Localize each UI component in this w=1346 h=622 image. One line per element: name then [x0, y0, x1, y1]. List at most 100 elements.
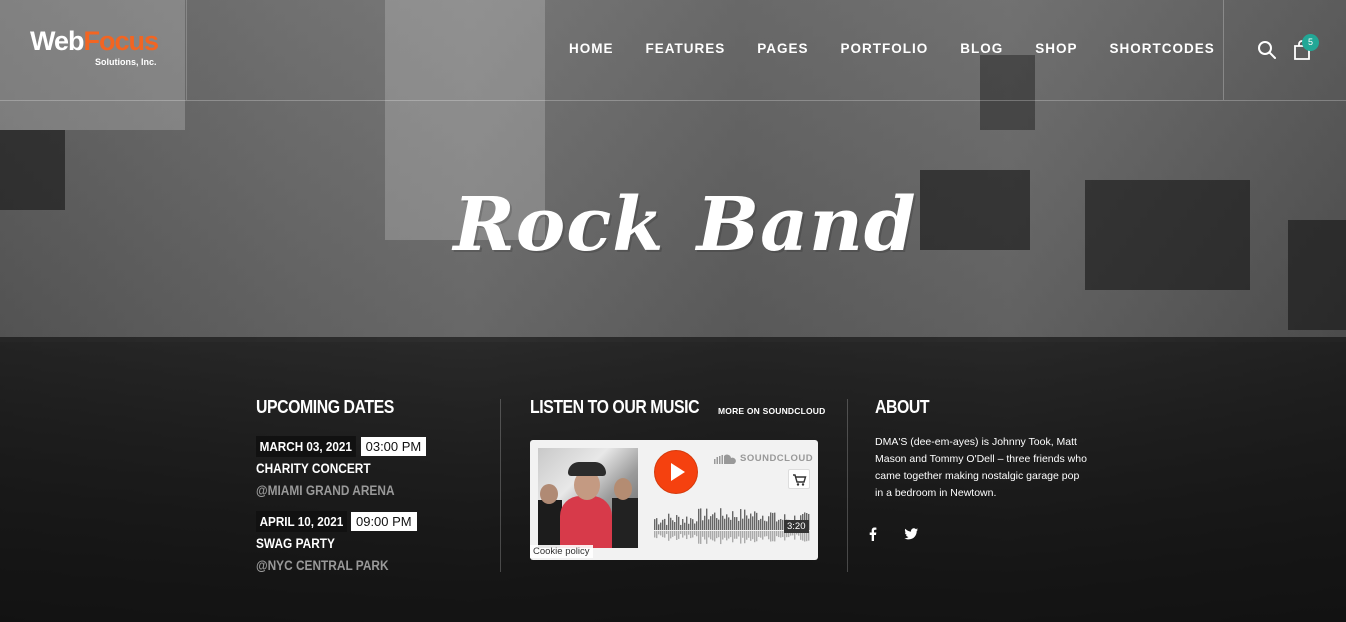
waveform-bar-reflection: [758, 531, 760, 537]
waveform-bar: [668, 513, 670, 530]
waveform-bar-reflection: [778, 531, 780, 538]
waveform-bar: [658, 524, 660, 530]
nav-item-portfolio[interactable]: PORTFOLIO: [841, 41, 929, 56]
waveform-bar: [680, 524, 682, 530]
waveform-bar: [758, 520, 760, 530]
waveform-bar: [720, 508, 722, 530]
column-divider: [500, 399, 501, 572]
listen-music-heading: LISTEN TO OUR MUSIC: [530, 397, 700, 417]
track-artwork[interactable]: [538, 448, 638, 548]
twitter-icon[interactable]: [903, 526, 919, 542]
waveform-bar: [760, 518, 762, 530]
facebook-icon[interactable]: [865, 526, 881, 542]
waveform-bar-reflection: [658, 531, 660, 535]
waveform-bar: [730, 519, 732, 530]
waveform-bar-reflection: [724, 531, 726, 538]
waveform-bar-reflection: [714, 531, 716, 542]
waveform-bar-reflection: [674, 531, 676, 536]
waveform-bar: [752, 516, 754, 530]
waveform-bar-reflection: [740, 531, 742, 544]
waveform-bar: [662, 519, 664, 530]
waveform-bar-reflection: [684, 531, 686, 536]
waveform-bar-reflection: [780, 531, 782, 538]
header-divider: [1223, 0, 1224, 100]
nav-item-blog[interactable]: BLOG: [960, 41, 1003, 56]
waveform-bar-reflection: [734, 531, 736, 539]
waveform-bar: [712, 514, 714, 530]
waveform-bar-reflection: [694, 531, 696, 535]
waveform-bar: [762, 515, 764, 530]
waveform-bar: [768, 516, 770, 530]
soundcloud-logo[interactable]: SOUNDCLOUD: [714, 453, 813, 464]
waveform-bar-reflection: [776, 531, 778, 537]
waveform-bar: [740, 509, 742, 530]
waveform-bar-reflection: [678, 531, 680, 539]
waveform-bar: [700, 508, 702, 530]
waveform-bar: [672, 520, 674, 530]
waveform-bar: [716, 518, 718, 530]
buy-track-button[interactable]: [788, 469, 810, 489]
waveform-bar: [656, 518, 658, 530]
event-name[interactable]: SWAG PARTY: [256, 536, 335, 551]
waveform-bar-reflection: [712, 531, 714, 541]
waveform-bar: [780, 519, 782, 530]
waveform-bar-reflection: [732, 531, 734, 543]
waveform-bar: [724, 518, 726, 530]
waveform-bar-reflection: [662, 531, 664, 538]
waveform-bar: [660, 522, 662, 530]
waveform-bar: [670, 517, 672, 530]
event-date-badge: MARCH 03, 2021 03:00 PM: [256, 436, 427, 457]
nav-item-shop[interactable]: SHOP: [1035, 41, 1077, 56]
waveform-bar: [778, 519, 780, 530]
waveform-bar-reflection: [756, 531, 758, 542]
logo[interactable]: WebFocus Solutions, Inc.: [0, 0, 187, 100]
nav-item-home[interactable]: HOME: [569, 41, 614, 56]
waveform-bar-reflection: [764, 531, 766, 537]
search-icon[interactable]: [1257, 40, 1277, 60]
nav-item-shortcodes[interactable]: SHORTCODES: [1110, 41, 1215, 56]
waveform-bar-reflection: [698, 531, 700, 544]
waveform-bar-reflection: [762, 531, 764, 540]
waveform-bar-reflection: [768, 531, 770, 540]
play-button[interactable]: [654, 450, 698, 494]
waveform-bar: [708, 519, 710, 530]
waveform-bar: [688, 523, 690, 530]
waveform-bar: [674, 522, 676, 530]
waveform-bar: [682, 519, 684, 530]
waveform-bar: [698, 508, 700, 530]
nav-item-pages[interactable]: PAGES: [757, 41, 808, 56]
more-on-soundcloud-link[interactable]: MORE ON SOUNDCLOUD: [718, 406, 826, 416]
waveform-bar: [734, 517, 736, 530]
waveform-bar-reflection: [744, 531, 746, 544]
waveform-bar: [690, 518, 692, 530]
waveform-bar: [766, 521, 768, 530]
waveform-bar: [684, 522, 686, 530]
event-name[interactable]: CHARITY CONCERT: [256, 461, 371, 476]
logo-wordmark: WebFocus: [30, 26, 160, 56]
nav-item-features[interactable]: FEATURES: [646, 41, 726, 56]
waveform-bar: [676, 515, 678, 530]
waveform-bar-reflection: [774, 531, 776, 542]
waveform-bar: [738, 520, 740, 530]
waveform-bar-reflection: [676, 531, 678, 540]
waveform-bar-reflection: [690, 531, 692, 539]
event-time: 09:00 PM: [350, 512, 417, 531]
cookie-policy-link[interactable]: Cookie policy: [530, 545, 593, 558]
waveform-bar-reflection: [760, 531, 762, 538]
soundcloud-cloud-icon: [714, 454, 736, 464]
waveform-bar: [732, 511, 734, 530]
waveform-bar-reflection: [710, 531, 712, 540]
waveform-bar-reflection: [730, 531, 732, 538]
waveform-bar-reflection: [720, 531, 722, 545]
waveform-bar-reflection: [680, 531, 682, 535]
waveform-bar: [706, 508, 708, 530]
waveform-bar-reflection: [722, 531, 724, 540]
waveform-bar: [736, 517, 738, 530]
logo-text-focus: Focus: [83, 26, 160, 56]
waveform-bar-reflection: [726, 531, 728, 541]
event-time: 03:00 PM: [360, 437, 427, 456]
waveform-bar-reflection: [706, 531, 708, 544]
upcoming-dates-heading: UPCOMING DATES: [256, 397, 394, 417]
column-divider: [847, 399, 848, 572]
waveform-bar-reflection: [654, 531, 656, 538]
